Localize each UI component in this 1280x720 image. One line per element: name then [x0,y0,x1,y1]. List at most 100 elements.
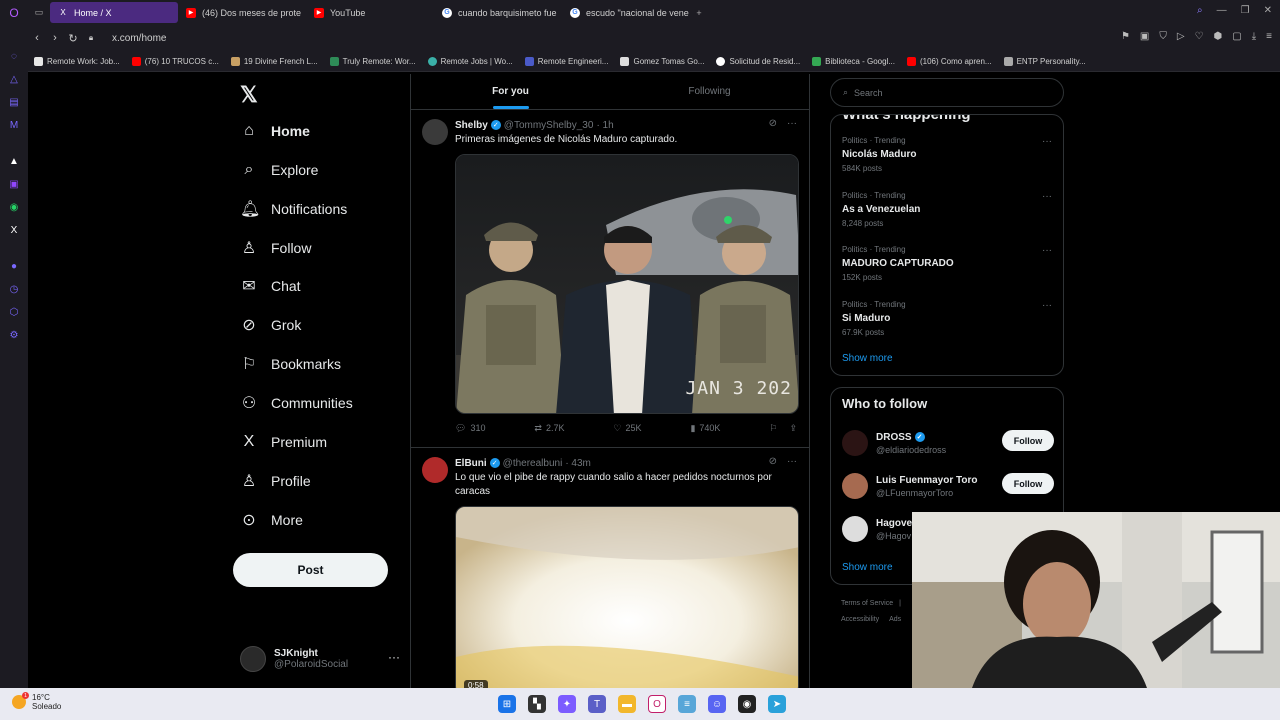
tweet-image[interactable]: JAN 3 202 [455,154,799,414]
trend-item[interactable]: Politics · Trending Nicolás Maduro 584K … [842,136,1052,173]
nav-premium[interactable]: X Premium [240,427,327,457]
task-view-icon[interactable]: ▚ [528,695,546,713]
search-icon[interactable]: ⌕ [1197,5,1203,16]
avatar[interactable] [422,457,448,483]
tab-youtube-video[interactable]: ▶ (46) Dos meses de prote [178,2,306,23]
copilot-icon[interactable]: ✦ [558,695,576,713]
bookmark-icon[interactable]: ⚑ [1121,31,1130,42]
nav-profile[interactable]: ♙ Profile [240,466,311,496]
nav-more[interactable]: ⊙ More [240,505,303,535]
grok-icon[interactable]: ⊘ [769,456,777,467]
twitch-icon[interactable]: ▣ [7,177,21,191]
new-tab-button[interactable]: + [690,8,708,18]
telegram-icon[interactable]: ➤ [768,695,786,713]
more-horizontal-icon[interactable]: ··· [1042,245,1052,256]
grok-icon[interactable]: ⊘ [769,118,777,129]
settings-icon[interactable]: ⚙ [7,328,21,342]
nav-grok[interactable]: ⊘ Grok [240,310,301,340]
maximize-button[interactable]: ❐ [1241,5,1250,16]
menu-icon[interactable]: ≡ [1266,31,1272,42]
tweet-author-name[interactable]: ElBuni [455,458,487,469]
x-logo-icon[interactable]: 𝕏 [240,82,258,108]
follow-button[interactable]: Follow [1002,473,1054,494]
bookmark-item[interactable]: Remote Engineeri... [524,56,608,66]
obs-icon[interactable]: ◉ [738,695,756,713]
trend-item[interactable]: Politics · Trending MADURO CAPTURADO 152… [842,245,1052,282]
ads-link[interactable]: Ads [889,616,901,623]
bookmark-item[interactable]: (106) Como apren... [906,56,992,66]
more-horizontal-icon[interactable]: ··· [787,456,797,467]
like-button[interactable]: ♡ 25K [613,423,641,434]
opera-icon[interactable]: O [648,695,666,713]
url-field[interactable]: x.com/home [112,33,166,44]
tab-youtube[interactable]: ▶ YouTube [306,2,434,23]
tab-google-search-1[interactable]: G cuando barquisimeto fue [434,2,562,23]
nav-home[interactable]: ⌂ Home [240,116,310,146]
bookmark-item[interactable]: Remote Jobs | Wo... [427,56,513,66]
more-horizontal-icon[interactable]: ··· [388,650,400,664]
tweet-time[interactable]: · 43m [565,458,591,469]
tweet-time[interactable]: · 1h [596,120,613,131]
nav-bookmarks[interactable]: ⚐ Bookmarks [240,349,341,379]
terms-link[interactable]: Terms of Service [841,600,893,607]
tweet[interactable]: ElBuni ✓ @therealbuni · 43m ⊘ ··· Lo que… [411,448,809,688]
follow-suggestion[interactable]: Luis Fuenmayor Toro @LFuenmayorToro Foll… [842,471,1054,501]
tab-home-x[interactable]: X Home / X [50,2,178,23]
bookmark-item[interactable]: (76) 10 TRUCOS c... [131,56,219,66]
bookmark-item[interactable]: Gomez Tomas Go... [620,56,704,66]
extensions-icon[interactable]: ⬡ [7,305,21,319]
back-button[interactable]: ‹ [28,32,46,44]
tweet-author-handle[interactable]: @therealbuni [503,458,563,469]
tweet-video[interactable]: 0:58 [455,506,799,688]
bookmark-item[interactable]: Solicitud de Resid... [716,56,800,66]
teams-icon[interactable]: T [588,695,606,713]
tweet-author-name[interactable]: Shelby [455,120,488,131]
snapshot-icon[interactable]: ▣ [1140,31,1149,42]
nav-communities[interactable]: ⚇ Communities [240,388,353,418]
notepad-icon[interactable]: ≡ [678,695,696,713]
nav-notifications[interactable]: 🔔︎ Notifications [240,194,347,224]
more-horizontal-icon[interactable]: ··· [787,118,797,129]
tab-menu-icon[interactable]: ▭ [28,7,50,18]
reply-button[interactable]: 💬︎ 310 [455,423,485,434]
ai-icon[interactable]: ◌ [7,49,21,63]
tab-following[interactable]: Following [610,74,809,109]
tweet-author-handle[interactable]: @TommyShelby_30 [504,120,594,131]
share-icon[interactable]: ⇪ [789,423,797,434]
more-horizontal-icon[interactable]: ··· [1042,191,1052,202]
bookmark-item[interactable]: ENTP Personality... [1003,56,1086,66]
close-button[interactable]: ✕ [1264,5,1272,16]
show-more-link[interactable]: Show more [842,353,893,364]
discord-icon[interactable]: ☺ [708,695,726,713]
file-explorer-icon[interactable]: ▬ [618,695,636,713]
tab-for-you[interactable]: For you [411,74,610,109]
bookmark-item[interactable]: 19 Divine French L... [230,56,318,66]
more-horizontal-icon[interactable]: ··· [1042,300,1052,311]
nav-chat[interactable]: ✉ Chat [240,271,300,301]
extensions-icon[interactable]: ⬢ [1214,31,1223,42]
opera-logo-icon[interactable]: O [0,6,28,20]
windows-start-icon[interactable]: ⊞ [498,695,516,713]
reload-button[interactable]: ↻ [64,32,82,45]
bookmark-item[interactable]: Remote Work: Job... [34,56,120,66]
play-icon[interactable]: ▷ [1177,31,1185,42]
tweet[interactable]: Shelby ✓ @TommyShelby_30 · 1h ⊘ ··· Prim… [411,110,809,448]
heart-icon[interactable]: ♡ [1195,31,1204,42]
spotify-icon[interactable]: ● [7,259,21,273]
nav-follow[interactable]: ♙ Follow [240,233,312,263]
nav-explore[interactable]: ⌕ Explore [240,155,319,185]
messenger-icon[interactable]: M [7,118,21,132]
search-input[interactable]: ⌕ Search [830,78,1064,107]
forward-button[interactable]: › [46,32,64,44]
accessibility-link[interactable]: Accessibility [841,616,879,623]
weather-widget[interactable]: 1 16°C Soleado [12,692,61,711]
trend-item[interactable]: Politics · Trending Si Maduro 67.9K post… [842,300,1052,337]
avatar[interactable] [422,119,448,145]
tab-google-search-2[interactable]: G escudo "nacional de vene [562,2,690,23]
aria-icon[interactable]: ▲ [7,154,21,168]
bookmark-item[interactable]: Truly Remote: Wor... [329,56,416,66]
post-button[interactable]: Post [233,553,388,587]
shield-icon[interactable]: ⛉ [1159,31,1167,42]
views-button[interactable]: ▮ 740K [690,423,720,434]
retweet-button[interactable]: ⇄ 2.7K [534,423,564,434]
